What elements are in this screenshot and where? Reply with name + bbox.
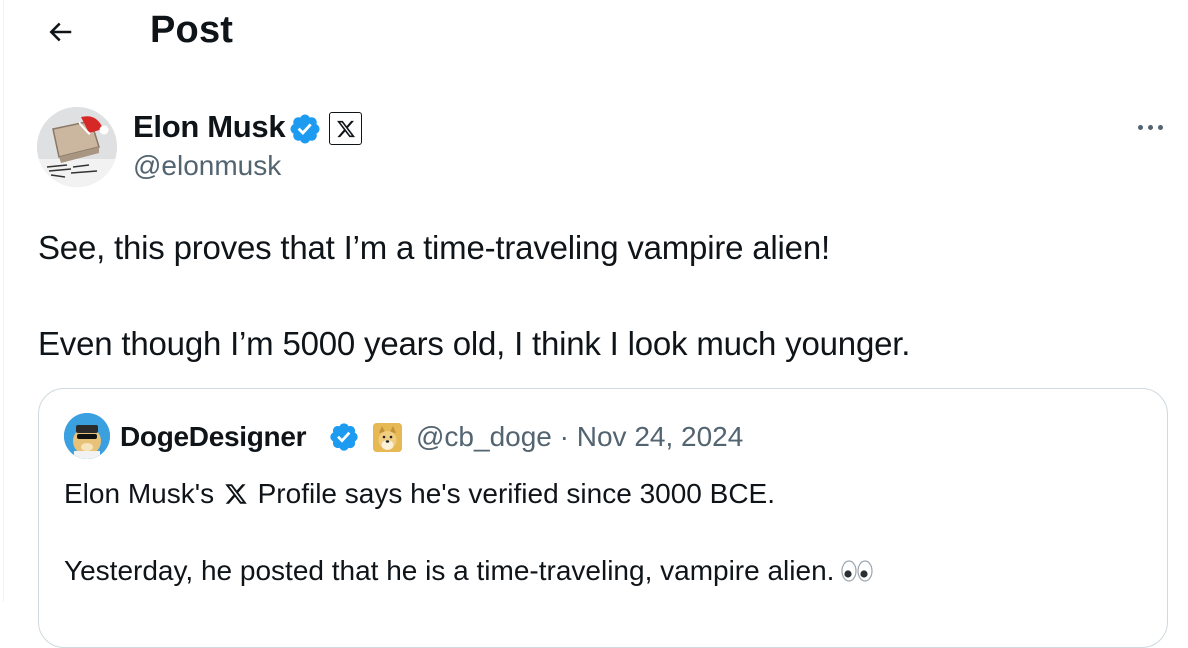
quoted-text-segment: Elon Musk's — [64, 478, 215, 509]
more-options-button[interactable] — [1130, 109, 1170, 145]
x-logo-icon — [336, 120, 355, 137]
verified-badge-icon[interactable] — [288, 112, 322, 146]
author-handle[interactable]: @elonmusk — [133, 150, 281, 182]
verified-badge-icon — [330, 423, 358, 451]
eyes-emoji-icon — [841, 560, 874, 582]
quoted-author-handle: @cb_doge — [416, 421, 552, 452]
more-dot-icon — [1137, 124, 1143, 130]
quoted-text-line: Elon Musk's Profile says he's verified s… — [64, 475, 874, 513]
x-logo-icon — [225, 484, 247, 504]
quoted-post-meta: @cb_doge · Nov 24, 2024 — [416, 421, 743, 453]
page-title: Post — [150, 9, 234, 51]
quoted-post-date: Nov 24, 2024 — [576, 421, 744, 452]
quoted-author-avatar — [64, 413, 110, 459]
post-text-line: See, this proves that I’m a time-traveli… — [38, 229, 830, 266]
doge-face-icon — [373, 423, 402, 452]
doge-affiliate-badge-icon — [373, 423, 402, 452]
post-text-line: Even though I’m 5000 years old, I think … — [38, 325, 911, 362]
author-name[interactable]: Elon Musk — [133, 109, 286, 145]
quoted-author-name: DogeDesigner — [120, 421, 307, 452]
affiliation-x-badge[interactable] — [329, 112, 362, 145]
post-header: Post — [0, 0, 1188, 64]
post-text: See, this proves that I’m a time-traveli… — [38, 224, 910, 368]
timeline-border — [3, 0, 4, 602]
back-button[interactable] — [40, 12, 80, 52]
quoted-post-card[interactable]: DogeDesigner @cb_doge · Nov 24, 2024 Elo… — [38, 388, 1168, 648]
quoted-text-segment: Profile says he's verified since 3000 BC… — [257, 478, 775, 509]
avatar-image — [64, 413, 110, 459]
more-dot-icon — [1157, 124, 1163, 130]
quoted-text-line: Yesterday, he posted that he is a time-t… — [64, 552, 874, 590]
avatar-image — [37, 107, 117, 187]
quoted-post-text: Elon Musk's Profile says he's verified s… — [64, 475, 874, 590]
back-arrow-icon — [49, 22, 72, 42]
quoted-text-segment: Yesterday, he posted that he is a time-t… — [64, 555, 835, 586]
author-avatar[interactable] — [37, 107, 117, 187]
more-dot-icon — [1147, 124, 1153, 130]
meta-separator: · — [559, 421, 569, 452]
